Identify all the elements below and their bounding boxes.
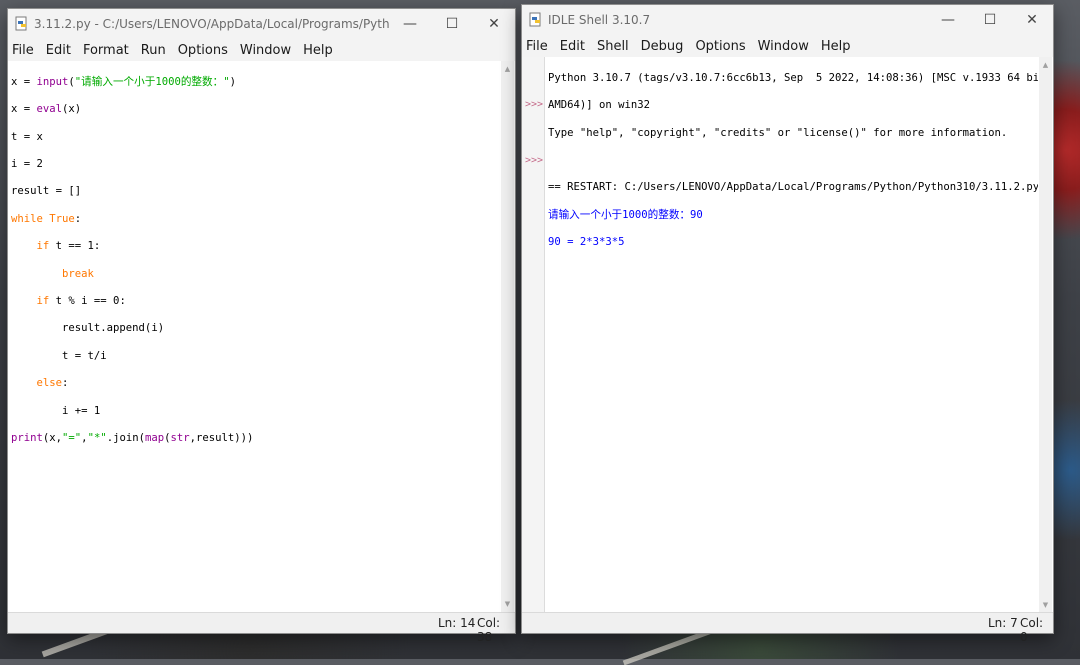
scroll-up-icon[interactable]: ▲ — [501, 63, 514, 75]
window-title: IDLE Shell 3.10.7 — [548, 13, 651, 27]
close-icon[interactable]: ✕ — [473, 9, 515, 39]
editor-menubar: File Edit Format Run Options Window Help — [8, 39, 515, 61]
menu-format[interactable]: Format — [77, 43, 135, 58]
code-line-13: i += 1 — [11, 404, 101, 417]
shell-line-4 — [548, 154, 1036, 168]
code-line-14: print(x,"=","*".join(map(str,result))) — [11, 431, 254, 444]
code-line-10: result.append(i) — [11, 322, 165, 335]
menu-window[interactable]: Window — [752, 39, 815, 54]
code-line-2: x = eval(x) — [11, 103, 82, 116]
shell-line-6: 请输入一个小于1000的整数：90 — [548, 208, 703, 221]
minimize-icon[interactable]: — — [389, 9, 431, 39]
editor-scrollbar[interactable]: ▲ ▼ — [501, 61, 514, 612]
shell-statusbar: Ln: 7 Col: 0 — [522, 612, 1053, 644]
scroll-down-icon[interactable]: ▼ — [1039, 599, 1052, 611]
shell-line-7: 90 = 2*3*3*5 — [548, 236, 625, 249]
menu-window[interactable]: Window — [234, 43, 297, 58]
code-line-11: t = t/i — [11, 349, 107, 362]
scroll-down-icon[interactable]: ▼ — [501, 598, 514, 610]
shell-prompt-sidebar: >>> >>> — [522, 57, 545, 613]
editor-window: 3.11.2.py - C:/Users/LENOVO/AppData/Loca… — [7, 8, 516, 644]
menu-run[interactable]: Run — [135, 43, 172, 58]
code-line-1: x = input("请输入一个小于1000的整数：") — [11, 75, 236, 88]
status-col: Col: 38 — [477, 616, 501, 644]
menu-file[interactable]: File — [8, 43, 40, 58]
python-idle-icon — [15, 16, 29, 32]
menu-help[interactable]: Help — [297, 43, 339, 58]
prompt-marker: >>> — [525, 99, 544, 110]
status-line: Ln: 14 — [438, 616, 476, 630]
status-col: Col: 0 — [1020, 616, 1044, 644]
menu-file[interactable]: File — [522, 39, 554, 54]
close-icon[interactable]: ✕ — [1011, 5, 1053, 35]
code-line-5: result = [] — [11, 185, 82, 198]
shell-menubar: File Edit Shell Debug Options Window Hel… — [522, 35, 1053, 57]
python-idle-icon — [529, 12, 543, 28]
shell-output[interactable]: Python 3.10.7 (tags/v3.10.7:6cc6b13, Sep… — [546, 57, 1038, 613]
code-line-12: else: — [36, 377, 69, 390]
menu-options[interactable]: Options — [689, 39, 751, 54]
menu-debug[interactable]: Debug — [635, 39, 690, 54]
shell-scrollbar[interactable]: ▲ ▼ — [1039, 57, 1052, 613]
shell-line-2: AMD64)] on win32 — [548, 99, 651, 112]
scroll-up-icon[interactable]: ▲ — [1039, 59, 1052, 71]
menu-help[interactable]: Help — [815, 39, 857, 54]
prompt-marker: >>> — [525, 155, 544, 166]
code-line-3: t = x — [11, 130, 43, 143]
shell-line-5: == RESTART: C:/Users/LENOVO/AppData/Loca… — [548, 181, 1038, 194]
editor-statusbar: Ln: 14 Col: 38 — [8, 612, 515, 644]
status-line: Ln: 7 — [988, 616, 1018, 630]
menu-shell[interactable]: Shell — [591, 39, 635, 54]
editor-titlebar[interactable]: 3.11.2.py - C:/Users/LENOVO/AppData/Loca… — [8, 9, 515, 39]
menu-edit[interactable]: Edit — [554, 39, 591, 54]
shell-line-1: Python 3.10.7 (tags/v3.10.7:6cc6b13, Sep… — [548, 71, 1038, 84]
code-editor[interactable]: x = input("请输入一个小于1000的整数：") x = eval(x)… — [9, 61, 500, 612]
shell-window: IDLE Shell 3.10.7 — ☐ ✕ File Edit Shell … — [521, 4, 1054, 644]
code-line-8: break — [62, 267, 94, 280]
code-text: x = input("请输入一个小于1000的整数：") x = eval(x)… — [9, 61, 500, 474]
code-line-9: if t % i == 0: — [36, 294, 126, 307]
code-line-7: if t == 1: — [36, 240, 101, 253]
menu-edit[interactable]: Edit — [40, 43, 77, 58]
code-line-6: while True: — [11, 212, 82, 225]
maximize-icon[interactable]: ☐ — [969, 5, 1011, 35]
menu-options[interactable]: Options — [172, 43, 234, 58]
shell-titlebar[interactable]: IDLE Shell 3.10.7 — ☐ ✕ — [522, 5, 1053, 35]
shell-line-3: Type "help", "copyright", "credits" or "… — [548, 126, 1008, 139]
maximize-icon[interactable]: ☐ — [431, 9, 473, 39]
minimize-icon[interactable]: — — [927, 5, 969, 35]
shell-text: Python 3.10.7 (tags/v3.10.7:6cc6b13, Sep… — [546, 57, 1038, 278]
window-title: 3.11.2.py - C:/Users/LENOVO/AppData/Loca… — [34, 17, 389, 31]
code-line-4: i = 2 — [11, 157, 43, 170]
